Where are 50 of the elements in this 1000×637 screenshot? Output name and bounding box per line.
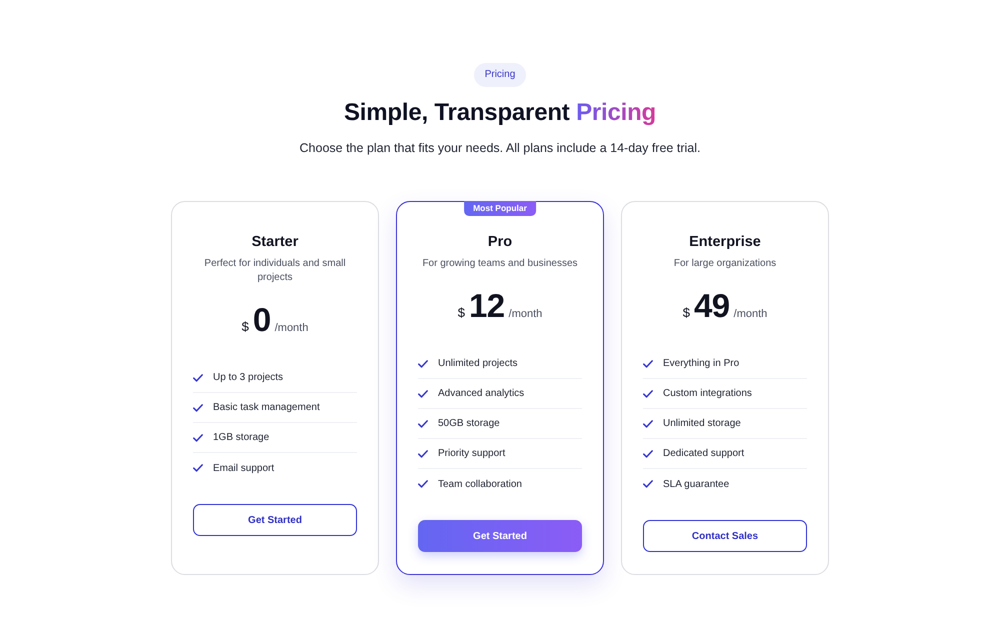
- price-amount: 0: [252, 302, 271, 338]
- check-icon: [193, 434, 203, 442]
- price-period: /month: [508, 307, 542, 322]
- check-icon: [643, 360, 653, 368]
- plan-button[interactable]: Contact Sales: [643, 520, 807, 552]
- feature-text: Everything in Pro: [663, 357, 740, 370]
- feature-text: Email support: [213, 462, 274, 474]
- feature-text: Priority support: [438, 447, 506, 460]
- plan-name: Pro: [488, 233, 512, 251]
- plan-button[interactable]: Get Started: [193, 504, 357, 536]
- currency-symbol: $: [458, 304, 465, 322]
- plan-name: Enterprise: [689, 233, 761, 251]
- plan-description: For large organizations: [674, 257, 776, 271]
- check-icon: [643, 420, 653, 428]
- check-icon: [193, 374, 203, 382]
- feature-text: 1GB storage: [213, 431, 270, 444]
- check-icon: [418, 390, 428, 398]
- price-amount: 49: [694, 288, 730, 324]
- check-icon: [643, 480, 653, 488]
- popular-badge: Most Popular: [464, 201, 536, 216]
- feature-text: Advanced analytics: [438, 387, 524, 400]
- plan-description: For growing teams and businesses: [422, 257, 578, 271]
- price-period: /month: [734, 307, 768, 322]
- feature-text: Unlimited projects: [438, 357, 518, 370]
- feature-text: Unlimited storage: [663, 417, 741, 430]
- plan-description: Perfect for individuals and small projects: [203, 257, 347, 285]
- page-title: Simple, Transparent Pricing: [342, 98, 658, 128]
- currency-symbol: $: [682, 304, 690, 322]
- check-icon: [418, 450, 428, 458]
- price-amount: 12: [468, 288, 505, 324]
- currency-symbol: $: [242, 318, 249, 336]
- price-period: /month: [274, 321, 308, 336]
- feature-text: Basic task management: [213, 401, 320, 414]
- feature-text: SLA guarantee: [663, 478, 730, 490]
- check-icon: [193, 464, 203, 472]
- feature-text: Up to 3 projects: [213, 371, 284, 384]
- feature-text: Dedicated support: [663, 447, 744, 460]
- feature-text: 50GB storage: [438, 417, 500, 430]
- plan-name: Starter: [252, 233, 298, 251]
- feature-text: Custom integrations: [663, 387, 752, 400]
- check-icon: [643, 390, 653, 398]
- check-icon: [643, 450, 653, 458]
- plan-button[interactable]: Get Started: [418, 520, 582, 552]
- check-icon: [193, 404, 203, 412]
- feature-text: Team collaboration: [438, 478, 522, 490]
- check-icon: [418, 480, 428, 488]
- check-icon: [418, 420, 428, 428]
- check-icon: [418, 360, 428, 368]
- section-badge: Pricing: [474, 63, 526, 87]
- page-subtitle: Choose the plan that fits your needs. All plans include a 14-day free trial.: [298, 140, 702, 157]
